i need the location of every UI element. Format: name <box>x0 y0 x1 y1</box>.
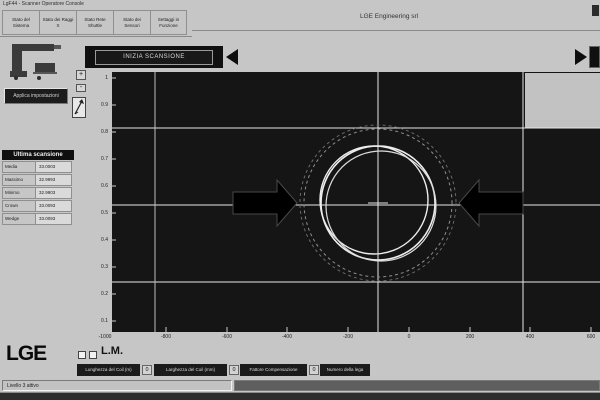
y-tick-label: 0.8 <box>92 129 108 135</box>
last-scan-panel: Ultima scansione Media 33.0003 Massimo 3… <box>2 150 74 225</box>
x-tick-label: 400 <box>515 334 545 340</box>
lm-checkbox-1[interactable] <box>78 351 86 359</box>
coil-width-label: Larghezza del Coil (mm) <box>154 364 227 376</box>
nav-left-arrow-icon[interactable] <box>226 49 238 65</box>
compensation-factor-value[interactable]: 0 <box>309 365 319 375</box>
scan-row-label: Crown <box>2 200 36 212</box>
start-scan-button[interactable]: INIZIA SCANSIONE <box>95 50 213 65</box>
table-row: Crown 33.0093 <box>2 200 74 212</box>
x-tick-label: -1000 <box>90 334 120 340</box>
nav-right-arrow-icon[interactable] <box>575 49 587 65</box>
scan-row-label: Wedge <box>2 213 36 225</box>
tab-stato-sensori[interactable]: Stato dei Sensori <box>113 10 150 35</box>
x-tick-label: -400 <box>272 334 302 340</box>
apply-settings-button[interactable]: Applica impostazioni <box>4 88 68 104</box>
scan-row-label: Massimo <box>2 174 36 186</box>
scan-row-value: 33.0003 <box>36 161 72 173</box>
x-tick-label: -600 <box>212 334 242 340</box>
scan-toolbar: INIZIA SCANSIONE <box>85 46 223 68</box>
coil-length-label: Lunghezza del Coil (m) <box>77 364 140 376</box>
tab-settaggi[interactable]: Settaggi in Funzione <box>150 10 187 35</box>
lm-checkbox-2[interactable] <box>89 351 97 359</box>
coil-length-value[interactable]: 0 <box>142 365 152 375</box>
x-tick-label: 0 <box>394 334 424 340</box>
measure-tool-icon[interactable] <box>72 97 86 118</box>
tab-stato-sistema[interactable]: Stato del Sistema <box>2 10 39 35</box>
y-tick-label: 1 <box>92 75 108 81</box>
y-tick-label: 0.5 <box>92 210 108 216</box>
zoom-out-button[interactable]: - <box>76 84 86 92</box>
y-tick-label: 0.6 <box>92 183 108 189</box>
company-label: LGE Engineering srl <box>360 13 418 20</box>
y-tick-label: 0.2 <box>92 291 108 297</box>
tab-stato-rete[interactable]: Stato Rete Shuttle <box>76 10 113 35</box>
table-row: Massimo 32.9993 <box>2 174 74 186</box>
alloy-number-label: Numero della lega <box>320 364 370 376</box>
last-scan-title: Ultima scansione <box>2 150 74 160</box>
y-tick-label: 0.9 <box>92 102 108 108</box>
lge-logo: LGE <box>6 342 46 366</box>
table-row: Minimo 32.9903 <box>2 187 74 199</box>
window-title: LgF44 - Scanner Operatore Console <box>0 0 600 9</box>
table-row: Wedge 33.0093 <box>2 213 74 225</box>
scan-row-value: 32.9993 <box>36 174 72 186</box>
x-tick-label: 600 <box>576 334 600 340</box>
table-row: Media 33.0003 <box>2 161 74 173</box>
compensation-factor-label: Fattore Compensazione <box>240 364 307 376</box>
tab-stato-raggi[interactable]: Stato dei Raggi X <box>39 10 76 35</box>
scan-row-label: Media <box>2 161 36 173</box>
scan-plot-area[interactable] <box>112 72 600 332</box>
tab-divider-line <box>0 36 192 37</box>
plot-legend-box <box>525 73 600 128</box>
window-bottom-edge <box>0 392 600 400</box>
right-pointer-arrow <box>459 180 523 226</box>
scan-row-label: Minimo <box>2 187 36 199</box>
coil-width-value[interactable]: 0 <box>229 365 239 375</box>
scan-row-value: 32.9903 <box>36 187 72 199</box>
y-tick-label: 0.1 <box>92 318 108 324</box>
c-frame-gauge-icon <box>8 42 64 80</box>
status-progress-bar <box>234 380 600 391</box>
y-tick-label: 0.4 <box>92 237 108 243</box>
status-access-level: Livello 3 attivo <box>2 380 232 391</box>
x-tick-label: -800 <box>151 334 181 340</box>
zoom-in-button[interactable]: + <box>76 70 86 80</box>
nav-end-box <box>589 46 600 68</box>
header-divider-line <box>192 30 600 31</box>
scan-row-value: 33.0093 <box>36 200 72 212</box>
y-tick-label: 0.3 <box>92 264 108 270</box>
tab-bar: Stato del Sistema Stato dei Raggi X Stat… <box>2 10 187 35</box>
left-pointer-arrow <box>233 180 297 226</box>
x-tick-label: 200 <box>455 334 485 340</box>
lm-label: L.M. <box>101 345 123 357</box>
x-tick-label: -200 <box>333 334 363 340</box>
scan-row-value: 33.0093 <box>36 213 72 225</box>
app-mini-icon <box>592 5 599 16</box>
y-tick-label: 0.7 <box>92 156 108 162</box>
scan-profile-ring <box>326 151 436 261</box>
